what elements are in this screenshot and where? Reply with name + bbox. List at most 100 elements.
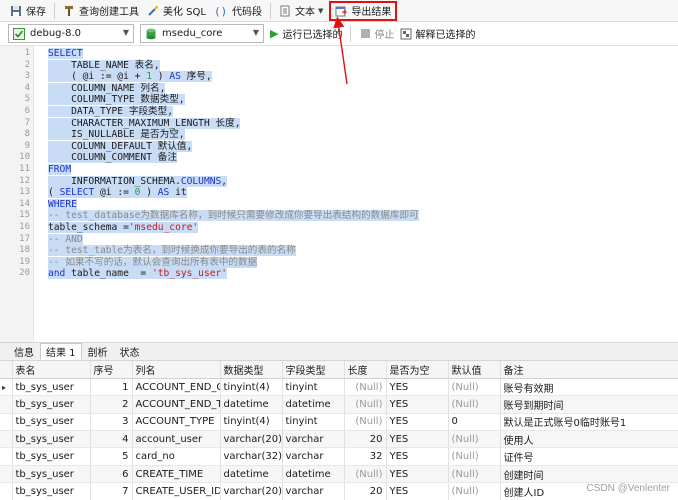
chevron-down-icon: ▼: [122, 28, 129, 37]
save-button[interactable]: 保存: [6, 1, 50, 21]
table-cell[interactable]: tb_sys_user: [12, 413, 91, 432]
table-cell[interactable]: 7: [90, 482, 133, 500]
table-cell[interactable]: (Null): [448, 447, 501, 466]
table-cell[interactable]: account_user: [132, 430, 221, 449]
table-cell[interactable]: varchar: [282, 447, 345, 466]
table-cell[interactable]: varchar(20): [220, 430, 283, 449]
table-cell[interactable]: 3: [90, 413, 133, 432]
toolbar-divider: [350, 25, 352, 42]
table-cell[interactable]: CREATE_TIME: [132, 465, 221, 484]
table-cell[interactable]: (Null): [344, 395, 387, 414]
column-header[interactable]: 列名: [132, 361, 221, 379]
table-cell[interactable]: card_no: [132, 447, 221, 466]
table-row[interactable]: tb_sys_user 1 ACCOUNT_END_G tinyint(4) t…: [0, 378, 678, 397]
table-cell[interactable]: YES: [386, 465, 449, 484]
table-cell[interactable]: 4: [90, 430, 133, 449]
table-cell[interactable]: ACCOUNT_END_TI: [132, 395, 221, 414]
table-row[interactable]: tb_sys_user 7 CREATE_USER_ID varchar(20)…: [0, 482, 678, 500]
column-header[interactable]: 表名: [12, 361, 91, 379]
table-cell[interactable]: tinyint(4): [220, 378, 283, 397]
column-header[interactable]: 备注: [500, 361, 678, 379]
column-header[interactable]: 序号: [90, 361, 133, 379]
row-indicator: [0, 482, 13, 500]
tab-status[interactable]: 状态: [114, 343, 146, 360]
table-cell[interactable]: YES: [386, 413, 449, 432]
table-cell[interactable]: 账号到期时间: [500, 395, 678, 414]
result-grid[interactable]: 表名 序号 列名 数据类型 字段类型 长度 是否为空 默认值 备注 tb_sys…: [0, 361, 678, 500]
table-cell[interactable]: ACCOUNT_END_G: [132, 378, 221, 397]
run-selected-button[interactable]: ▶ 运行已选择的: [270, 26, 342, 41]
table-cell[interactable]: tinyint: [282, 413, 345, 432]
stop-button[interactable]: 停止: [361, 26, 394, 41]
table-cell[interactable]: tb_sys_user: [12, 447, 91, 466]
table-cell[interactable]: 创建时间: [500, 465, 678, 484]
column-header[interactable]: 是否为空: [386, 361, 449, 379]
table-cell[interactable]: YES: [386, 395, 449, 414]
table-cell[interactable]: YES: [386, 430, 449, 449]
table-cell[interactable]: tb_sys_user: [12, 378, 91, 397]
table-cell[interactable]: 1: [90, 378, 133, 397]
table-cell[interactable]: YES: [386, 378, 449, 397]
table-cell[interactable]: datetime: [220, 465, 283, 484]
table-cell[interactable]: (Null): [448, 465, 501, 484]
table-cell[interactable]: varchar(20): [220, 482, 283, 500]
table-cell[interactable]: YES: [386, 482, 449, 500]
column-header[interactable]: 默认值: [448, 361, 501, 379]
table-cell[interactable]: (Null): [344, 413, 387, 432]
table-cell[interactable]: (Null): [448, 395, 501, 414]
table-cell[interactable]: varchar: [282, 430, 345, 449]
table-cell[interactable]: 默认是正式账号0临时账号1: [500, 413, 678, 432]
table-row[interactable]: tb_sys_user 4 account_user varchar(20) v…: [0, 430, 678, 449]
explain-selected-button[interactable]: 解释已选择的: [400, 26, 475, 41]
beautify-sql-button[interactable]: 美化 SQL: [143, 1, 210, 21]
table-cell[interactable]: 6: [90, 465, 133, 484]
table-cell[interactable]: datetime: [282, 465, 345, 484]
table-cell[interactable]: tb_sys_user: [12, 430, 91, 449]
table-cell[interactable]: 5: [90, 447, 133, 466]
table-cell[interactable]: (Null): [344, 378, 387, 397]
table-cell[interactable]: (Null): [448, 378, 501, 397]
table-cell[interactable]: YES: [386, 447, 449, 466]
text-button[interactable]: 文本 ▼: [275, 1, 327, 21]
table-cell[interactable]: datetime: [282, 395, 345, 414]
query-builder-button[interactable]: 查询创建工具: [59, 1, 143, 21]
table-cell[interactable]: tb_sys_user: [12, 395, 91, 414]
table-cell[interactable]: 证件号: [500, 447, 678, 466]
table-cell[interactable]: varchar(32): [220, 447, 283, 466]
table-cell[interactable]: 20: [344, 482, 387, 500]
table-row[interactable]: tb_sys_user 5 card_no varchar(32) varcha…: [0, 447, 678, 466]
export-result-button[interactable]: 导出结果: [329, 0, 398, 21]
table-cell[interactable]: varchar: [282, 482, 345, 500]
connection-select[interactable]: debug-8.0 ▼: [8, 24, 134, 43]
chevron-down-icon[interactable]: ▼: [318, 7, 323, 15]
tab-profile[interactable]: 剖析: [82, 343, 114, 360]
table-cell[interactable]: 0: [448, 413, 501, 432]
table-row[interactable]: tb_sys_user 3 ACCOUNT_TYPE tinyint(4) ti…: [0, 413, 678, 432]
table-cell[interactable]: 2: [90, 395, 133, 414]
column-header[interactable]: 数据类型: [220, 361, 283, 379]
table-cell[interactable]: tinyint: [282, 378, 345, 397]
database-select[interactable]: msedu_core ▼: [140, 24, 264, 43]
table-cell[interactable]: (Null): [448, 430, 501, 449]
table-cell[interactable]: 使用人: [500, 430, 678, 449]
table-row[interactable]: tb_sys_user 6 CREATE_TIME datetime datet…: [0, 465, 678, 484]
tab-result-1[interactable]: 结果 1: [40, 343, 82, 360]
table-cell[interactable]: tb_sys_user: [12, 465, 91, 484]
table-row[interactable]: tb_sys_user 2 ACCOUNT_END_TI datetime da…: [0, 395, 678, 414]
column-header[interactable]: 字段类型: [282, 361, 345, 379]
table-cell[interactable]: CREATE_USER_ID: [132, 482, 221, 500]
table-cell[interactable]: datetime: [220, 395, 283, 414]
table-cell[interactable]: 32: [344, 447, 387, 466]
table-cell[interactable]: 账号有效期: [500, 378, 678, 397]
table-cell[interactable]: 20: [344, 430, 387, 449]
sql-editor[interactable]: 1 2 3 4 5 6 7 8 9 10 11 12 13 14 15 16 1…: [0, 46, 678, 342]
table-cell[interactable]: (Null): [344, 465, 387, 484]
snippet-button[interactable]: () 代码段: [210, 1, 266, 21]
column-header[interactable]: 长度: [344, 361, 387, 379]
table-cell[interactable]: tb_sys_user: [12, 482, 91, 500]
table-cell[interactable]: tinyint(4): [220, 413, 283, 432]
table-cell[interactable]: (Null): [448, 482, 501, 500]
toolbar-divider: [54, 2, 55, 19]
table-cell[interactable]: ACCOUNT_TYPE: [132, 413, 221, 432]
tab-info[interactable]: 信息: [8, 343, 40, 360]
